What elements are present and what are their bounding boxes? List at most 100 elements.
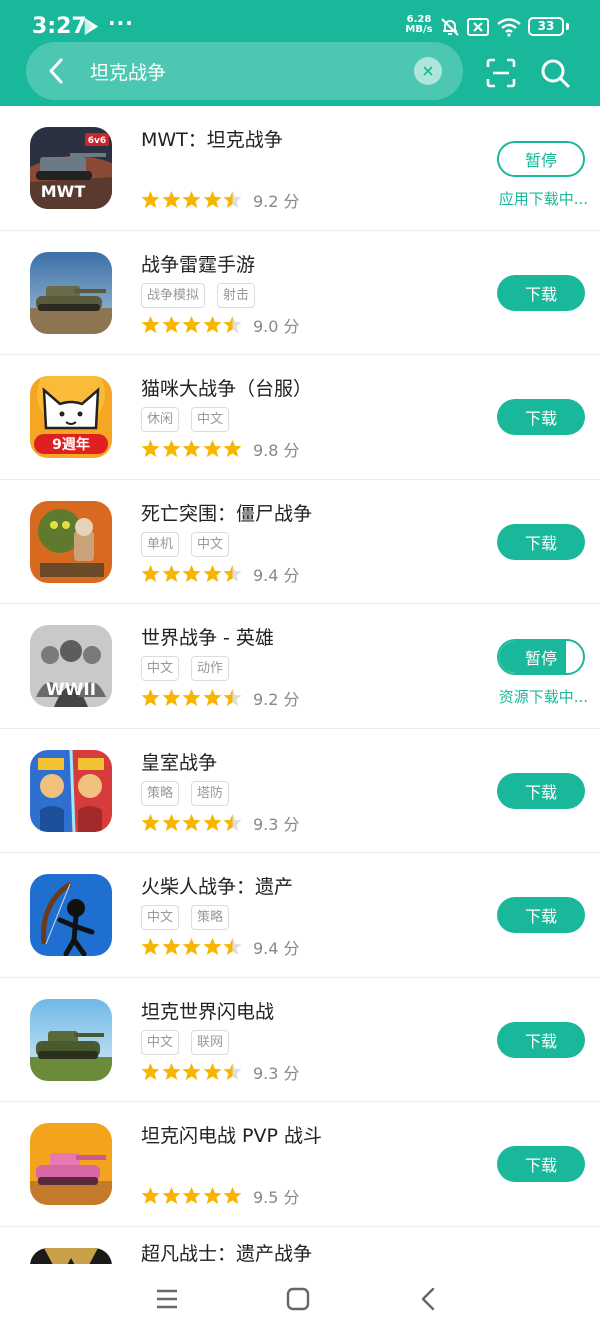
app-tag: 动作 xyxy=(191,656,230,681)
home-icon[interactable] xyxy=(283,1284,313,1314)
search-icon[interactable] xyxy=(538,56,572,90)
download-status: 应用下载中... xyxy=(498,190,588,208)
app-tag: 塔防 xyxy=(191,780,230,806)
star-full-icon xyxy=(162,564,181,583)
download-button[interactable]: 下载 xyxy=(497,274,585,311)
star-full-icon xyxy=(203,439,222,458)
app-list-item[interactable]: 9週年 猫咪大战争（台服） 休闲 中文 9.8 分 下载 xyxy=(0,355,600,480)
app-list-item[interactable]: 坦克闪电战 PVP 战斗 9.5 分 下载 xyxy=(0,1102,600,1227)
star-full-icon xyxy=(162,315,181,334)
star-full-icon xyxy=(162,813,181,832)
app-name[interactable]: 世界战争 - 英雄 xyxy=(141,623,274,650)
app-score: 9.0 分 xyxy=(253,316,300,336)
app-name[interactable]: 坦克世界闪电战 xyxy=(141,997,274,1024)
app-tag: 中文 xyxy=(141,905,180,930)
star-full-icon xyxy=(141,688,160,707)
app-list-item[interactable]: 超凡战士：遗产战争 xyxy=(0,1227,600,1265)
app-tag: 射击 xyxy=(217,282,256,308)
star-full-icon xyxy=(182,1186,201,1205)
app-list-item[interactable]: WWII 世界战争 - 英雄 中文 动作 9.2 分 暂停 资源下载中... xyxy=(0,604,600,729)
clear-search-button[interactable] xyxy=(414,57,442,85)
mwt-tank-icon[interactable]: 6v6 MWT xyxy=(30,127,112,209)
pause-label: 暂停 xyxy=(524,151,557,170)
pause-button[interactable]: 暂停 xyxy=(497,141,585,177)
app-tags: 战争模拟 射击 xyxy=(141,282,267,308)
battle-cats-icon[interactable]: 9週年 xyxy=(30,376,112,458)
app-list-item[interactable]: 火柴人战争：遗产 中文 策略 9.4 分 下载 xyxy=(0,853,600,978)
app-list-item[interactable]: 6v6 MWT MWT：坦克战争 9.2 分 暂停 应用下载中... xyxy=(0,106,600,231)
download-button[interactable]: 下载 xyxy=(497,1021,585,1058)
star-full-icon xyxy=(162,1186,181,1205)
play-store-icon xyxy=(84,17,99,36)
battery-icon: 33 xyxy=(528,17,564,36)
app-list-item[interactable]: 皇室战争 策略 塔防 9.3 分 下载 xyxy=(0,729,600,853)
recent-apps-icon[interactable] xyxy=(152,1284,182,1314)
app-name[interactable]: 火柴人战争：遗产 xyxy=(141,872,293,899)
app-tag: 中文 xyxy=(191,407,230,432)
zombie-survival-icon[interactable] xyxy=(30,500,112,583)
star-full-icon xyxy=(203,688,222,707)
star-half-icon xyxy=(223,937,242,956)
close-icon xyxy=(423,66,433,76)
mwt-badge-text: 6v6 xyxy=(88,136,106,146)
star-half-icon xyxy=(223,1062,242,1081)
back-arrow-icon[interactable] xyxy=(40,54,74,88)
clash-royale-icon[interactable] xyxy=(30,749,112,832)
cats-badge-text: 9週年 xyxy=(52,436,90,453)
app-list-item[interactable]: 战争雷霆手游 战争模拟 射击 9.0 分 下载 xyxy=(0,231,600,355)
back-icon[interactable] xyxy=(414,1284,444,1314)
status-time: 3:27 xyxy=(32,14,87,39)
star-half-icon xyxy=(223,813,242,832)
download-button[interactable]: 下载 xyxy=(497,772,585,809)
star-half-icon xyxy=(223,190,242,209)
app-name[interactable]: 战争雷霆手游 xyxy=(141,250,255,277)
star-full-icon xyxy=(203,190,222,209)
download-button[interactable]: 下载 xyxy=(497,523,585,560)
search-input[interactable] xyxy=(90,52,390,90)
app-score: 9.5 分 xyxy=(253,1188,300,1207)
app-name[interactable]: 坦克闪电战 PVP 战斗 xyxy=(141,1121,322,1148)
war-thunder-tank-icon[interactable] xyxy=(30,251,112,334)
star-full-icon xyxy=(141,190,160,209)
scan-icon[interactable] xyxy=(484,56,518,90)
app-name[interactable]: MWT：坦克战争 xyxy=(141,125,283,152)
star-full-icon xyxy=(141,813,160,832)
app-name[interactable]: 超凡战士：遗产战争 xyxy=(141,1239,312,1265)
star-full-icon xyxy=(203,564,222,583)
star-full-icon xyxy=(203,813,222,832)
pink-tank-icon[interactable] xyxy=(30,1123,112,1205)
app-tag: 中文 xyxy=(141,656,180,681)
search-box xyxy=(26,42,463,100)
star-full-icon xyxy=(182,439,201,458)
app-name[interactable]: 死亡突围：僵尸战争 xyxy=(141,499,312,526)
star-full-icon xyxy=(162,688,181,707)
pause-button[interactable]: 暂停 xyxy=(497,639,585,675)
stickman-archer-icon[interactable] xyxy=(30,874,112,956)
star-full-icon xyxy=(162,439,181,458)
battery-level: 33 xyxy=(537,19,555,33)
app-tag: 休闲 xyxy=(141,407,180,432)
warrior-icon[interactable] xyxy=(30,1247,112,1264)
star-half-icon xyxy=(223,688,242,707)
app-tag: 战争模拟 xyxy=(141,282,206,308)
download-button[interactable]: 下载 xyxy=(497,399,585,435)
download-button[interactable]: 下载 xyxy=(497,1146,585,1182)
star-full-icon xyxy=(162,1062,181,1081)
net-speed-unit: MB/s xyxy=(405,24,433,35)
star-full-icon xyxy=(203,937,222,956)
tank-blitz-icon[interactable] xyxy=(30,998,112,1081)
app-name[interactable]: 猫咪大战争（台服） xyxy=(141,374,312,401)
app-name[interactable]: 皇室战争 xyxy=(141,748,217,775)
star-full-icon xyxy=(141,315,160,334)
app-list-item[interactable]: 死亡突围：僵尸战争 单机 中文 9.4 分 下载 xyxy=(0,480,600,604)
download-button[interactable]: 下载 xyxy=(497,897,585,933)
star-full-icon xyxy=(182,688,201,707)
search-results-list: 6v6 MWT MWT：坦克战争 9.2 分暂停 应用下载中... 战争雷霆手游 战争模拟射… xyxy=(0,106,600,1264)
no-sim-icon xyxy=(467,18,489,36)
wwii-text: WWII xyxy=(46,680,96,700)
star-full-icon xyxy=(182,315,201,334)
app-score: 9.8 分 xyxy=(253,441,300,460)
app-list-item[interactable]: 坦克世界闪电战 中文 联网 9.3 分 下载 xyxy=(0,978,600,1102)
app-tags: 中文 动作 xyxy=(141,656,241,681)
soldiers-wwii-icon[interactable]: WWII xyxy=(30,625,112,707)
